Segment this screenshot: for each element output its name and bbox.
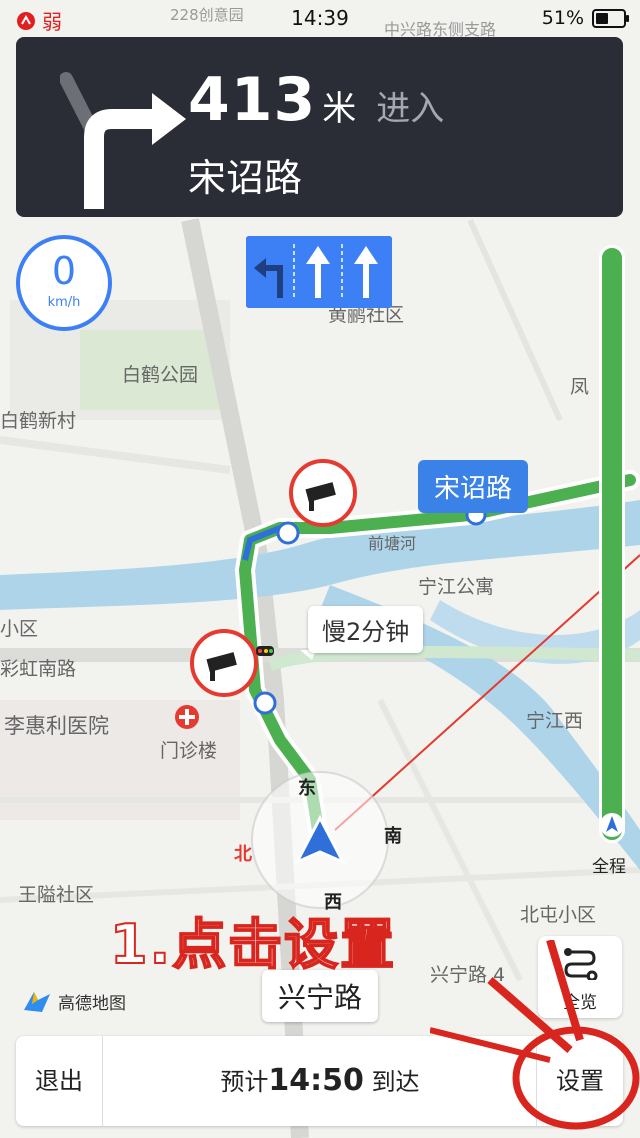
distance-block: 413 米 进入: [188, 65, 444, 135]
eta-prefix: 预计: [220, 1068, 269, 1096]
turn-guidance-card[interactable]: 413 米 进入 宋诏路: [16, 37, 623, 217]
current-position-icon: [600, 813, 624, 837]
map-label: 小区: [0, 618, 39, 640]
status-bar: 弱 228创意园 中兴路东侧支路 14:39 51%: [0, 0, 640, 39]
compass-east: 东: [298, 778, 316, 799]
battery-indicator: 51%: [541, 7, 629, 29]
map-label: 宁江公寓: [418, 576, 495, 598]
eta-suffix: 到达: [371, 1068, 420, 1096]
speed-unit: km/h: [47, 295, 81, 310]
map-label: 白鹤公园: [122, 364, 199, 386]
lane-guidance: [246, 236, 392, 308]
speed-value: 0: [51, 249, 77, 293]
delay-callout[interactable]: 慢2分钟: [308, 606, 424, 653]
speedometer: 0 km/h: [16, 235, 112, 331]
logo-text: 高德地图: [58, 993, 126, 1014]
map-label: 凤: [570, 376, 590, 398]
next-road-name: 宋诏路: [188, 156, 303, 200]
exit-button[interactable]: 退出: [16, 1036, 103, 1126]
map-label: 李惠利医院: [4, 714, 109, 738]
map-label: 门诊楼: [160, 740, 218, 762]
eta-time: 14:50: [268, 1063, 364, 1098]
battery-icon: [592, 8, 629, 28]
amap-logo: 高德地图: [22, 988, 126, 1014]
route-progress-bar: [599, 245, 625, 843]
road-callout[interactable]: 宋诏路: [418, 460, 529, 513]
map-label: 白鹤新村: [0, 410, 77, 432]
compass-south: 南: [384, 826, 402, 847]
map-label: 彩虹南路: [0, 658, 77, 680]
progress-label: 全程: [592, 857, 626, 877]
map-label: 王隘社区: [18, 884, 95, 906]
turn-action: 进入: [376, 89, 445, 129]
compass-north: 北: [234, 844, 252, 865]
distance-value: 413: [188, 65, 317, 135]
map-label: 前塘河: [368, 534, 417, 553]
annotation-circle-marker: [430, 940, 640, 1130]
distance-unit: 米: [322, 89, 357, 129]
instruction-annotation: 1.点击设置: [109, 912, 397, 977]
map-label: 北屯小区: [520, 904, 597, 926]
amap-logo-icon: [24, 992, 50, 1012]
map-label: 宁江西: [526, 710, 584, 732]
battery-percent: 51%: [541, 7, 584, 29]
turn-right-icon: [60, 72, 186, 209]
